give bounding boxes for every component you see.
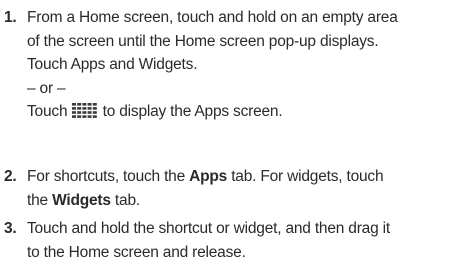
step-line: For shortcuts, touch the Apps tab. For w… [27, 165, 473, 189]
step-text: For shortcuts, touch the Apps tab. For w… [27, 165, 473, 212]
step-line: to the Home screen and release. [27, 243, 246, 261]
step-line: Touch Apps and Widgets. [27, 56, 198, 73]
alt-after-icon: to display the Apps screen. [102, 103, 283, 120]
or-separator: – or – [27, 79, 66, 97]
step-line: Touch and hold the shortcut or widget, a… [27, 220, 390, 237]
apps-grid-icon [72, 103, 98, 118]
apps-tab-label: Apps [189, 168, 228, 185]
text-segment: For shortcuts, touch the [27, 168, 190, 185]
step-text: From a Home screen, touch and hold on an… [27, 6, 473, 124]
widgets-tab-label: Widgets [52, 191, 111, 209]
text-segment: tab. For widgets, touch [227, 168, 384, 185]
step-line: of the screen until the Home screen pop-… [27, 32, 379, 50]
step-number: 3. [4, 220, 17, 237]
step-line: From a Home screen, touch and hold on an… [27, 9, 398, 26]
step-number: 2. [4, 168, 17, 185]
step-line: the Widgets tab. [27, 189, 473, 213]
step-line-alternative: Touch to display the Apps screen. [27, 100, 473, 124]
text-segment: the [27, 191, 53, 209]
step-text: Touch and hold the shortcut or widget, a… [27, 217, 473, 264]
alt-before-icon: Touch [27, 103, 68, 120]
step-number: 1. [4, 9, 17, 26]
text-segment: tab. [110, 191, 140, 209]
